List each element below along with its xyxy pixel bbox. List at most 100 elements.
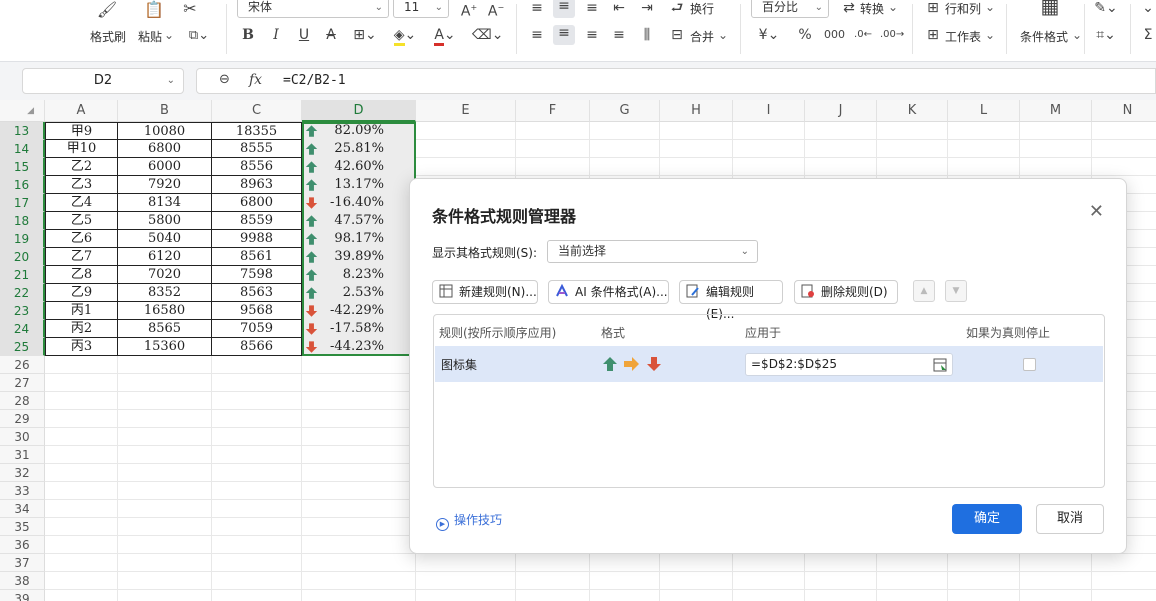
close-icon[interactable]: ✕	[1089, 201, 1104, 222]
justify-icon[interactable]: ≡	[610, 27, 628, 43]
column-header-k[interactable]: K	[877, 100, 948, 122]
cut-icon[interactable]: ✂	[180, 1, 200, 17]
row-header[interactable]: 15	[0, 158, 45, 176]
clear-format-icon[interactable]: ⌫⌄	[472, 27, 504, 43]
percent-icon[interactable]: %	[796, 27, 814, 43]
cell-a[interactable]: 乙6	[45, 230, 118, 248]
conditional-format-button[interactable]: 条件格式	[1020, 28, 1068, 45]
border-icon[interactable]: ⊞⌄	[352, 27, 378, 43]
cell-b[interactable]: 7020	[118, 266, 212, 284]
convert-icon[interactable]: ⇄	[840, 0, 858, 16]
row-header[interactable]: 36	[0, 536, 45, 554]
row-header[interactable]: 27	[0, 374, 45, 392]
move-down-button[interactable]: ▼	[945, 280, 967, 302]
row-header[interactable]: 37	[0, 554, 45, 572]
column-header-d[interactable]: D	[302, 100, 416, 122]
font-name-select[interactable]: 宋体 ⌄	[237, 0, 389, 18]
number-format-select[interactable]: 百分比 ⌄	[751, 0, 829, 18]
row-header[interactable]: 19	[0, 230, 45, 248]
sum-icon[interactable]: Σ	[1140, 27, 1156, 43]
column-header-n[interactable]: N	[1092, 100, 1156, 122]
rows-cols-button[interactable]: 行和列	[945, 0, 981, 17]
row-header[interactable]: 39	[0, 590, 45, 601]
decrease-font-icon[interactable]: A−	[485, 0, 507, 20]
cell-b[interactable]: 6000	[118, 158, 212, 176]
row-header[interactable]: 31	[0, 446, 45, 464]
cell-c[interactable]: 18355	[212, 122, 302, 140]
row-header[interactable]: 23	[0, 302, 45, 320]
row-header[interactable]: 32	[0, 464, 45, 482]
cell-c[interactable]: 8561	[212, 248, 302, 266]
wrap-text-icon[interactable]: ⮐	[668, 0, 686, 16]
column-header-a[interactable]: A	[45, 100, 118, 122]
cell-b[interactable]: 8352	[118, 284, 212, 302]
cell-c[interactable]: 9568	[212, 302, 302, 320]
increase-font-icon[interactable]: A+	[458, 0, 480, 20]
cell-a[interactable]: 乙7	[45, 248, 118, 266]
name-box[interactable]: D2 ⌄	[22, 68, 184, 94]
font-size-select[interactable]: 11 ⌄	[393, 0, 449, 18]
decrease-indent-icon[interactable]: ⇤	[610, 0, 628, 16]
row-header[interactable]: 16	[0, 176, 45, 194]
column-header-h[interactable]: H	[660, 100, 733, 122]
row-header[interactable]: 25	[0, 338, 45, 356]
thousands-separator-icon[interactable]: 000	[824, 27, 845, 43]
column-header-b[interactable]: B	[118, 100, 212, 122]
row-header[interactable]: 35	[0, 518, 45, 536]
cancel-button[interactable]: 取消	[1036, 504, 1104, 534]
cell-c[interactable]: 6800	[212, 194, 302, 212]
format-painter-button[interactable]: 格式刷	[90, 28, 126, 45]
column-header-j[interactable]: J	[805, 100, 877, 122]
cell-a[interactable]: 乙2	[45, 158, 118, 176]
row-header[interactable]: 26	[0, 356, 45, 374]
rows-cols-icon[interactable]: ⊞	[924, 0, 942, 16]
cell-b[interactable]: 8134	[118, 194, 212, 212]
cell-a[interactable]: 乙9	[45, 284, 118, 302]
cell-b[interactable]: 8565	[118, 320, 212, 338]
cell-a[interactable]: 甲10	[45, 140, 118, 158]
conditional-format-dropdown-icon[interactable]: ⌄	[1072, 28, 1082, 42]
cell-a[interactable]: 甲9	[45, 122, 118, 140]
convert-button[interactable]: 转换	[860, 0, 884, 17]
distributed-align-icon[interactable]: ⫼	[638, 27, 656, 43]
strikethrough-icon[interactable]: A	[323, 27, 339, 43]
paste-button[interactable]: 粘贴	[138, 28, 162, 45]
row-header[interactable]: 21	[0, 266, 45, 284]
tips-link[interactable]: ▶ 操作技巧	[436, 511, 502, 531]
row-header[interactable]: 28	[0, 392, 45, 410]
merge-dropdown-icon[interactable]: ⌄	[718, 28, 728, 42]
copy-icon[interactable]: ⧉⌄	[184, 28, 214, 44]
align-left-icon[interactable]: ≡	[528, 27, 546, 43]
column-header-g[interactable]: G	[590, 100, 660, 122]
move-up-button[interactable]: ▲	[913, 280, 935, 302]
new-rule-button[interactable]: 新建规则(N)...	[432, 280, 538, 304]
paste-dropdown-icon[interactable]: ⌄	[164, 28, 174, 42]
row-header[interactable]: 18	[0, 212, 45, 230]
cell-b[interactable]: 5040	[118, 230, 212, 248]
zoom-icon[interactable]: ⊖	[219, 72, 230, 87]
cell-c[interactable]: 8566	[212, 338, 302, 356]
row-header[interactable]: 30	[0, 428, 45, 446]
cell-c[interactable]: 7059	[212, 320, 302, 338]
select-all-corner[interactable]: ◢	[0, 100, 45, 122]
format-painter-icon[interactable]: 🖌	[96, 2, 118, 18]
bold-icon[interactable]: B	[240, 27, 256, 43]
worksheet-button[interactable]: 工作表	[945, 28, 981, 45]
column-header-m[interactable]: M	[1020, 100, 1092, 122]
column-header-i[interactable]: I	[733, 100, 805, 122]
cell-b[interactable]: 10080	[118, 122, 212, 140]
cell-a[interactable]: 乙8	[45, 266, 118, 284]
rule-row[interactable]: 图标集 =$D$2:$D$25	[435, 346, 1103, 382]
currency-icon[interactable]: ¥⌄	[756, 27, 782, 43]
align-top-icon[interactable]: ≡	[528, 0, 546, 16]
column-header-e[interactable]: E	[416, 100, 516, 122]
italic-icon[interactable]: I	[268, 27, 284, 43]
row-header[interactable]: 38	[0, 572, 45, 590]
cell-b[interactable]: 15360	[118, 338, 212, 356]
cell-b[interactable]: 5800	[118, 212, 212, 230]
align-right-icon[interactable]: ≡	[583, 27, 601, 43]
underline-icon[interactable]: U	[296, 27, 312, 43]
align-center-icon[interactable]: ≡	[553, 25, 575, 45]
formula-input[interactable]: ⊖ fx =C2/B2-1	[196, 68, 1156, 94]
convert-dropdown-icon[interactable]: ⌄	[888, 0, 898, 14]
